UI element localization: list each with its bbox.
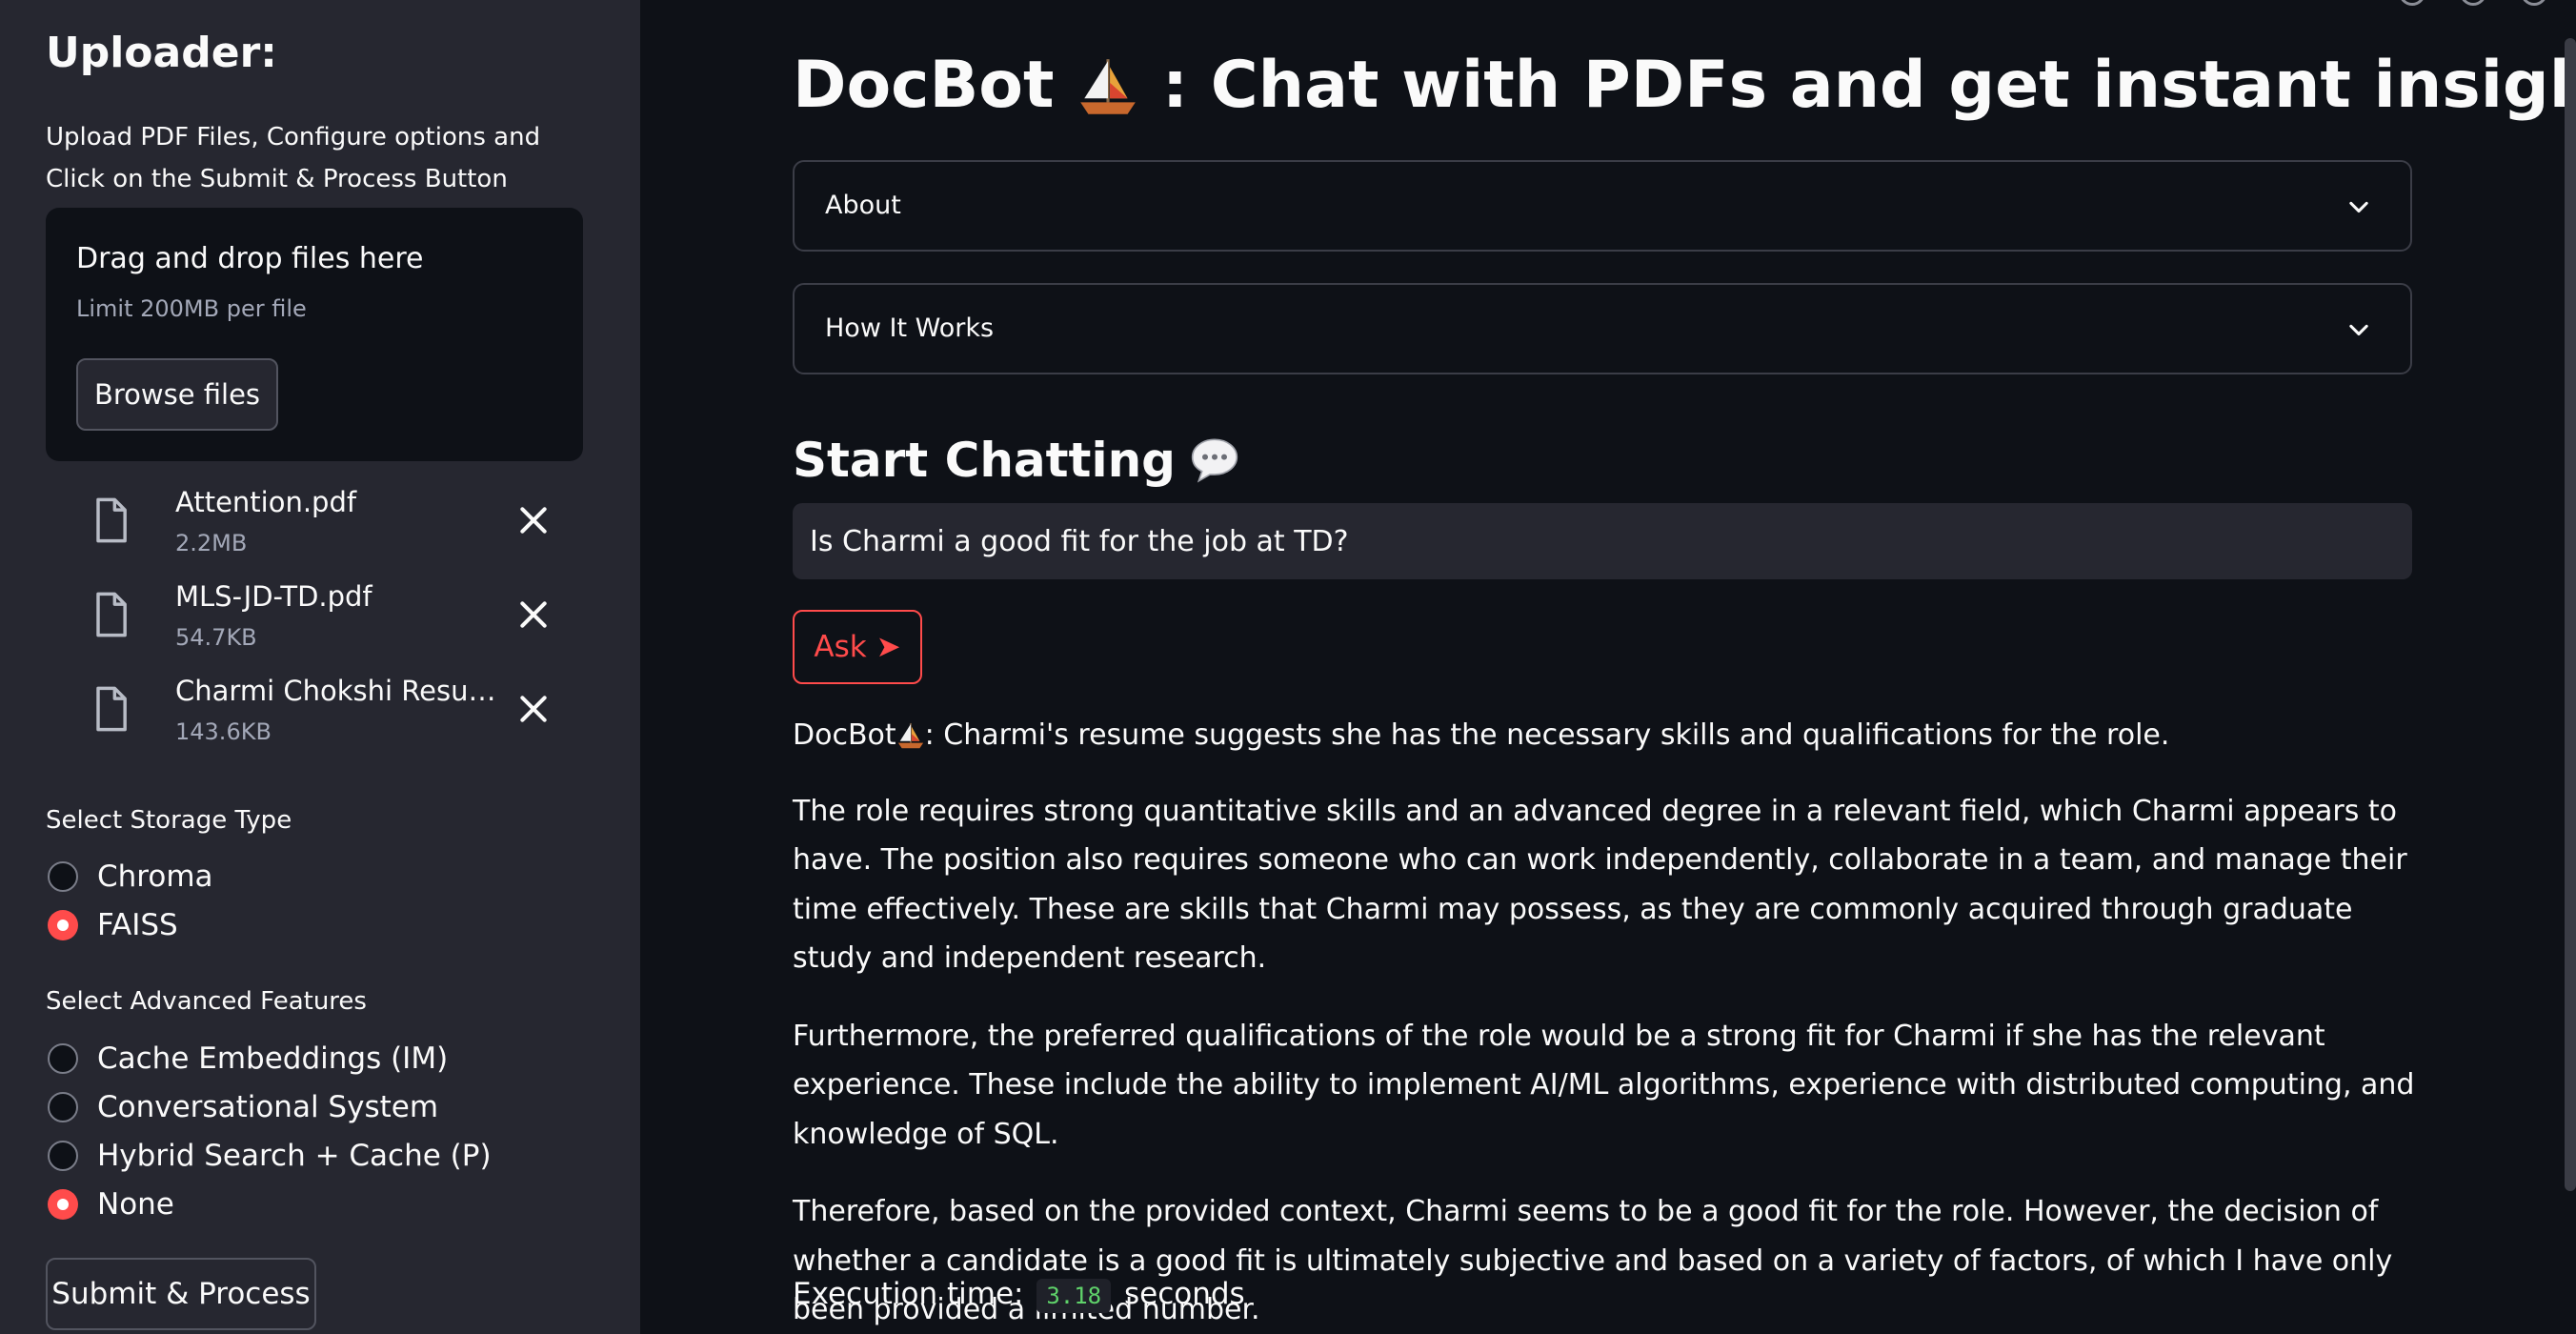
answer-summary: : Charmi's resume suggests she has the n… <box>924 718 2170 752</box>
radio-button[interactable] <box>48 1043 78 1074</box>
page-title-suffix: : Chat with PDFs and get instant insight… <box>1161 48 2576 123</box>
radio-chroma[interactable]: Chroma <box>48 856 213 898</box>
sidebar-description: Upload PDF Files, Configure options and … <box>46 123 541 193</box>
file-size: 143.6KB <box>175 718 272 745</box>
radio-label: Cache Embeddings (IM) <box>97 1041 449 1076</box>
main-content: DocBot : Chat with PDFs and get instant … <box>640 0 2576 1334</box>
radio-button[interactable] <box>48 861 78 892</box>
browse-files-button[interactable]: Browse files <box>76 358 278 431</box>
top-control-icon[interactable] <box>2399 0 2425 6</box>
chat-subheader-text: Start Chatting <box>793 433 1176 488</box>
radio-label: FAISS <box>97 908 178 942</box>
query-input[interactable] <box>793 503 2412 579</box>
answer-paragraph: The role requires strong quantitative sk… <box>793 794 2407 976</box>
scrollbar[interactable] <box>2565 38 2576 1191</box>
radio-button[interactable] <box>48 1092 78 1122</box>
chevron-down-icon[interactable] <box>2345 194 2372 221</box>
expander-label: About <box>825 191 901 220</box>
radio-cache-embeddings[interactable]: Cache Embeddings (IM) <box>48 1038 448 1080</box>
top-controls <box>2399 0 2547 6</box>
file-size: 2.2MB <box>175 530 248 556</box>
bot-name: DocBot <box>793 718 896 752</box>
file-icon <box>96 686 127 732</box>
page-title: DocBot : Chat with PDFs and get instant … <box>793 48 2576 123</box>
page-title-prefix: DocBot <box>793 48 1055 123</box>
storage-type-label: Select Storage Type <box>46 806 292 835</box>
radio-button-selected[interactable] <box>48 1189 78 1220</box>
file-name: Attention.pdf <box>175 486 357 518</box>
uploaded-file-item: Charmi Chokshi Resume.pdf 143.6KB <box>86 673 581 758</box>
file-dropzone[interactable]: Drag and drop files here Limit 200MB per… <box>46 208 583 461</box>
chat-subheader: Start Chatting <box>793 433 1240 488</box>
radio-faiss[interactable]: FAISS <box>48 904 178 946</box>
close-icon[interactable] <box>514 690 553 728</box>
sailboat-icon <box>897 722 923 748</box>
file-name: Charmi Chokshi Resume.pdf <box>175 675 499 707</box>
top-control-icon[interactable] <box>2460 0 2486 6</box>
sidebar: Uploader: Upload PDF Files, Configure op… <box>0 0 640 1334</box>
top-control-icon[interactable] <box>2521 0 2547 6</box>
radio-none[interactable]: None <box>48 1183 174 1225</box>
expander-label: How It Works <box>825 313 995 343</box>
radio-conversational-system[interactable]: Conversational System <box>48 1086 438 1128</box>
radio-button-selected[interactable] <box>48 910 78 940</box>
dropzone-limit: Limit 200MB per file <box>76 295 307 322</box>
execution-unit: seconds <box>1123 1277 1245 1311</box>
radio-label: Chroma <box>97 859 213 894</box>
radio-label: Hybrid Search + Cache (P) <box>97 1139 492 1173</box>
expander-how-it-works[interactable]: How It Works <box>793 283 2412 374</box>
file-icon <box>96 592 127 637</box>
uploaded-file-item: Attention.pdf 2.2MB <box>86 484 581 570</box>
ask-button[interactable]: Ask ➤ <box>793 610 922 684</box>
execution-time: Execution time: 3.18 seconds <box>793 1277 1245 1313</box>
file-name: MLS-JD-TD.pdf <box>175 580 372 613</box>
execution-label: Execution time: <box>793 1277 1024 1311</box>
submit-process-button[interactable]: Submit & Process <box>46 1258 316 1330</box>
radio-label: None <box>97 1187 174 1222</box>
uploaded-file-item: MLS-JD-TD.pdf 54.7KB <box>86 578 581 664</box>
close-icon[interactable] <box>514 596 553 634</box>
answer-first-line: DocBot : Charmi's resume suggests she ha… <box>793 711 2431 760</box>
bot-answer: DocBot : Charmi's resume suggests she ha… <box>793 711 2431 1334</box>
answer-paragraph: Furthermore, the preferred qualification… <box>793 1019 2415 1151</box>
chevron-down-icon[interactable] <box>2345 317 2372 344</box>
dropzone-title: Drag and drop files here <box>76 242 424 275</box>
radio-button[interactable] <box>48 1141 78 1171</box>
advanced-features-label: Select Advanced Features <box>46 987 367 1016</box>
expander-about[interactable]: About <box>793 160 2412 252</box>
close-icon[interactable] <box>514 501 553 539</box>
sailboat-icon <box>1080 59 1137 115</box>
execution-value: 3.18 <box>1036 1278 1112 1313</box>
radio-label: Conversational System <box>97 1090 439 1124</box>
sidebar-title: Uploader: <box>46 29 277 77</box>
file-icon <box>96 497 127 543</box>
file-size: 54.7KB <box>175 624 257 651</box>
radio-hybrid-search[interactable]: Hybrid Search + Cache (P) <box>48 1135 492 1177</box>
speech-bubble-icon <box>1191 438 1238 483</box>
